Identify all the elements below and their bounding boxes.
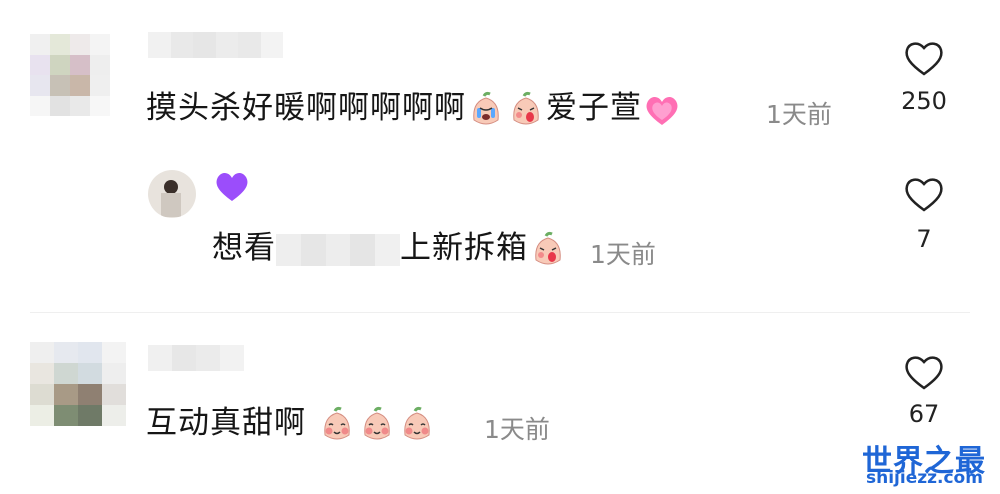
reply-body-start: 想看 <box>212 230 276 266</box>
blush-face-icon <box>357 405 397 445</box>
purple-heart-icon <box>212 166 252 206</box>
reply-avatar[interactable] <box>148 170 196 218</box>
like-count: 250 <box>901 87 947 115</box>
avatar[interactable] <box>30 342 126 426</box>
like-heart-icon[interactable] <box>902 352 946 392</box>
username-blurred[interactable] <box>148 32 283 58</box>
comment-suffix: 爱子萱 <box>546 90 642 126</box>
like-count: 67 <box>908 400 940 428</box>
avatar[interactable] <box>30 34 110 116</box>
timestamp: 1天前 <box>484 415 550 444</box>
reply-text: 想看 上新拆箱 <box>212 228 568 270</box>
watermark-url: shijiezz.com <box>866 468 983 488</box>
like-heart-icon[interactable] <box>902 174 946 214</box>
tongue-face-icon <box>528 230 568 270</box>
reply-body-end: 上新拆箱 <box>400 230 528 266</box>
comment-body: 摸头杀好暖啊啊啊啊啊 <box>146 90 466 126</box>
timestamp: 1天前 <box>590 240 656 269</box>
comment-text: 摸头杀好暖啊啊啊啊啊 爱子萱 <box>146 88 682 130</box>
timestamp: 1天前 <box>766 100 832 129</box>
comment-text: 互动真甜啊 <box>146 403 437 445</box>
divider <box>30 312 970 313</box>
blush-face-icon <box>397 405 437 445</box>
username-blurred[interactable] <box>148 345 244 371</box>
like-heart-icon[interactable] <box>902 38 946 78</box>
like-count: 7 <box>916 225 932 253</box>
comment-body: 互动真甜啊 <box>146 405 306 441</box>
blurred-name <box>276 233 400 266</box>
crying-face-icon <box>466 90 506 130</box>
tongue-face-icon <box>506 90 546 130</box>
pink-heart-icon <box>642 90 682 130</box>
blush-face-icon <box>317 405 357 445</box>
